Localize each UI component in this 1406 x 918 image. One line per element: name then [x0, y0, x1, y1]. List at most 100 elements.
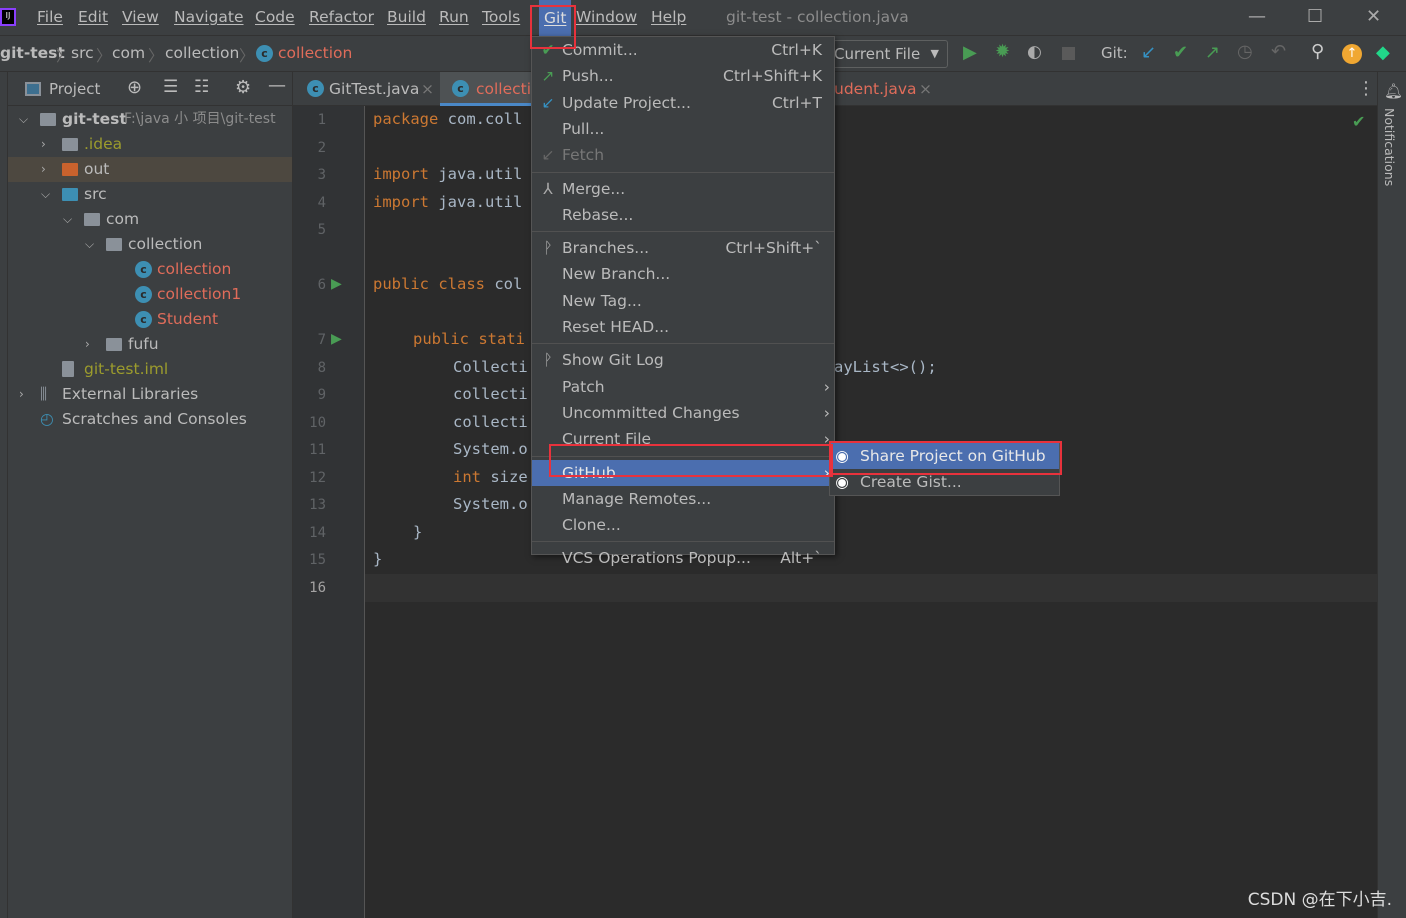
- tree-item-label: git-test: [62, 110, 127, 128]
- chevron-down-icon[interactable]: ⌵: [85, 232, 94, 257]
- menu-help[interactable]: Help: [651, 8, 686, 26]
- branch-icon: ᚹ: [543, 351, 553, 370]
- run-icon[interactable]: ▶: [963, 42, 977, 63]
- chevron-right-icon[interactable]: ›: [41, 132, 46, 157]
- tree-item[interactable]: ⌵ com: [8, 207, 292, 232]
- git-menu-vcs-operations-popup[interactable]: VCS Operations Popup... Alt+`: [532, 545, 834, 571]
- highlight-box-share: [829, 441, 1062, 475]
- menu-window[interactable]: Window: [576, 8, 637, 26]
- minimize-button[interactable]: —: [1248, 6, 1266, 27]
- editor-tabs: c GitTest.java × c collection.java udent…: [293, 72, 1377, 106]
- tab-collection[interactable]: c collection.java: [440, 72, 588, 106]
- close-tab-icon[interactable]: ×: [919, 72, 932, 106]
- tree-item[interactable]: c collection: [8, 257, 292, 282]
- git-menu-patch[interactable]: Patch ›: [532, 374, 834, 400]
- git-menu-pull[interactable]: Pull...: [532, 116, 834, 142]
- tree-item[interactable]: ⌵ git-test F:\java 小 项目\git-test: [8, 107, 292, 132]
- chevron-down-icon[interactable]: ⌵: [19, 107, 28, 132]
- git-commit-icon[interactable]: ✔: [1173, 42, 1188, 63]
- git-menu-new-tag[interactable]: New Tag...: [532, 288, 834, 314]
- tree-item[interactable]: ⌵ collection: [8, 232, 292, 257]
- git-menu-merge[interactable]: ⅄ Merge...: [532, 176, 834, 202]
- gear-icon[interactable]: ⚙: [235, 77, 251, 98]
- update-available-icon[interactable]: ↑: [1342, 44, 1362, 64]
- chevron-down-icon[interactable]: ⌵: [41, 182, 50, 207]
- tree-item[interactable]: git-test.iml: [8, 357, 292, 382]
- git-menu-reset-head[interactable]: Reset HEAD...: [532, 314, 834, 340]
- tree-item[interactable]: › ⫼ External Libraries: [8, 382, 292, 407]
- menu-run[interactable]: Run: [439, 8, 469, 26]
- run-gutter-icon[interactable]: ▶: [331, 276, 342, 292]
- expand-all-icon[interactable]: ☰: [163, 77, 178, 97]
- git-update-icon[interactable]: ↙: [1141, 42, 1156, 63]
- git-push-icon[interactable]: ↗: [1205, 42, 1220, 63]
- collapse-all-icon[interactable]: ☷: [194, 77, 209, 97]
- search-icon[interactable]: ⚲: [1311, 41, 1324, 62]
- tree-item[interactable]: ◴ Scratches and Consoles: [8, 407, 292, 432]
- tree-item-label: collection: [157, 260, 232, 278]
- more-options-icon[interactable]: ⋮: [1357, 78, 1375, 99]
- tree-item[interactable]: › out: [8, 157, 292, 182]
- git-menu-show-git-log[interactable]: ᚹ Show Git Log: [532, 347, 834, 373]
- tree-item[interactable]: c collection1: [8, 282, 292, 307]
- git-menu-branches[interactable]: ᚹ Branches... Ctrl+Shift+`: [532, 235, 834, 261]
- menu-tools[interactable]: Tools: [482, 8, 520, 26]
- chevron-down-icon[interactable]: ⌵: [63, 207, 72, 232]
- chevron-right-icon[interactable]: ›: [85, 332, 90, 357]
- tab-gittest[interactable]: c GitTest.java ×: [293, 72, 439, 106]
- hide-icon[interactable]: —: [268, 75, 286, 96]
- project-title[interactable]: Project: [49, 80, 100, 98]
- maximize-button[interactable]: ☐: [1307, 6, 1323, 27]
- git-menu-update-project[interactable]: ↙ Update Project... Ctrl+T: [532, 90, 834, 116]
- line-number: 13: [309, 497, 326, 513]
- tree-item[interactable]: › fufu: [8, 332, 292, 357]
- run-gutter-icon[interactable]: ▶: [331, 331, 342, 347]
- breadcrumb-com[interactable]: com: [112, 44, 145, 62]
- notifications-tab[interactable]: Notifications: [1382, 108, 1397, 186]
- menu-refactor[interactable]: Refactor: [309, 8, 374, 26]
- menu-navigate[interactable]: Navigate: [174, 8, 244, 26]
- git-menu-manage-remotes[interactable]: Manage Remotes...: [532, 486, 834, 512]
- menu-code[interactable]: Code: [255, 8, 295, 26]
- git-menu-rebase[interactable]: Rebase...: [532, 202, 834, 228]
- history-icon[interactable]: ◷: [1237, 41, 1253, 62]
- run-config-dropdown[interactable]: Current File ▼: [829, 40, 948, 68]
- git-menu-new-branch[interactable]: New Branch...: [532, 261, 834, 287]
- line-number: 7: [317, 332, 326, 348]
- menu-edit[interactable]: Edit: [78, 8, 108, 26]
- rollback-icon[interactable]: ↶: [1271, 41, 1286, 62]
- code-with-me-icon[interactable]: ◆: [1376, 42, 1390, 63]
- stop-icon[interactable]: [1062, 47, 1075, 60]
- code-line: import java.util: [373, 193, 523, 211]
- tree-item[interactable]: ⌵ src: [8, 182, 292, 207]
- project-panel-header: Project ⊕ ☰ ☷ ⚙ —: [8, 72, 293, 106]
- no-problems-check-icon: ✔: [1352, 112, 1366, 131]
- breadcrumb-collection-package[interactable]: collection: [165, 44, 239, 62]
- menu-view[interactable]: View: [122, 8, 159, 26]
- git-menu-fetch[interactable]: ↙ Fetch: [532, 142, 834, 168]
- tree-item[interactable]: › .idea: [8, 132, 292, 157]
- tree-item[interactable]: c Student: [8, 307, 292, 332]
- git-menu-commit[interactable]: ✔ Commit... Ctrl+K: [532, 37, 834, 63]
- fetch-icon: ↙: [541, 146, 555, 165]
- current-line-highlight: [365, 574, 1377, 602]
- debug-icon[interactable]: ✹: [995, 41, 1010, 62]
- menu-build[interactable]: Build: [387, 8, 426, 26]
- line-number: 11: [309, 442, 326, 458]
- git-menu: ✔ Commit... Ctrl+K ↗ Push... Ctrl+Shift+K ↙ Upd…: [531, 36, 835, 567]
- git-menu-clone[interactable]: Clone...: [532, 512, 834, 538]
- breadcrumb-src[interactable]: src: [71, 44, 94, 62]
- close-tab-icon[interactable]: ×: [421, 72, 434, 106]
- chevron-right-icon[interactable]: ›: [19, 382, 24, 407]
- git-menu-push[interactable]: ↗ Push... Ctrl+Shift+K: [532, 63, 834, 89]
- git-menu-uncommitted-changes[interactable]: Uncommitted Changes ›: [532, 400, 834, 426]
- chevron-right-icon[interactable]: ›: [41, 157, 46, 182]
- tab-student[interactable]: udent.java ×: [834, 72, 944, 106]
- locate-icon[interactable]: ⊕: [127, 77, 142, 98]
- menu-file[interactable]: File: [37, 8, 63, 26]
- breadcrumb-collection-class[interactable]: collection: [278, 44, 352, 62]
- coverage-icon[interactable]: ◐: [1027, 42, 1042, 62]
- notifications-bell-icon[interactable]: 🔔︎: [1384, 82, 1403, 100]
- close-button[interactable]: ✕: [1366, 6, 1381, 27]
- code-line: public class col: [373, 275, 523, 293]
